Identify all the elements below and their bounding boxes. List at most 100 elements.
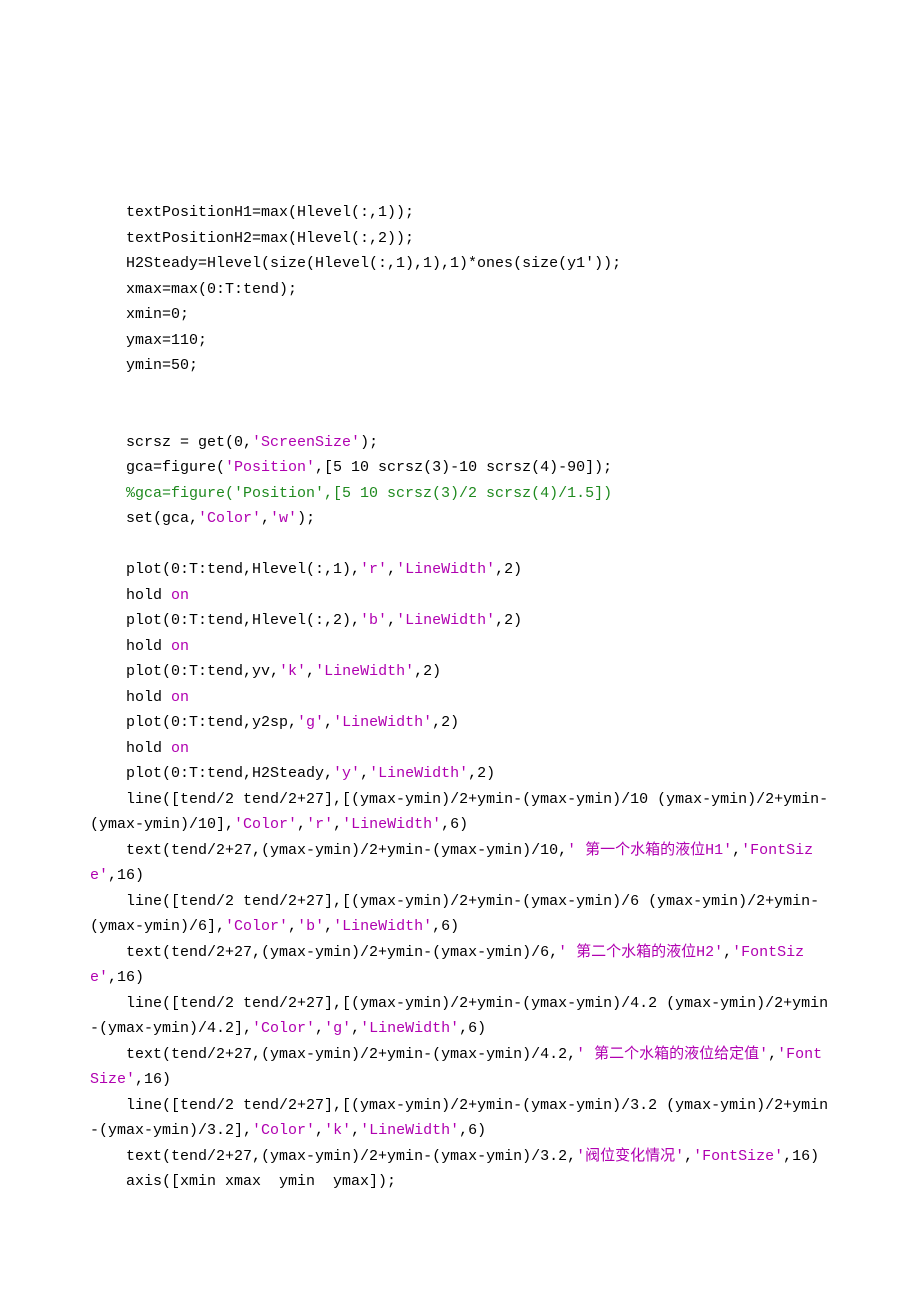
code-token: 'g' <box>297 714 324 731</box>
code-token: on <box>171 689 189 706</box>
code-token: hold <box>126 587 171 604</box>
code-line: line([tend/2 tend/2+27],[(ymax-ymin)/2+y… <box>90 889 830 940</box>
code-token: hold <box>126 689 171 706</box>
code-token: ' 第二个水箱的液位给定值' <box>576 1046 768 1063</box>
code-token: plot(0:T:tend,H2Steady, <box>126 765 333 782</box>
code-token: plot(0:T:tend,Hlevel(:,1), <box>126 561 360 578</box>
code-token: ,[5 10 scrsz(3)-10 scrsz(4)-90]); <box>315 459 612 476</box>
code-token: ,2) <box>495 561 522 578</box>
code-token: on <box>171 638 189 655</box>
code-token: ,6) <box>459 1020 486 1037</box>
code-token: 'ScreenSize' <box>252 434 360 451</box>
code-token: ,16) <box>108 969 144 986</box>
code-token: 'g' <box>324 1020 351 1037</box>
code-line: plot(0:T:tend,yv,'k','LineWidth',2) <box>90 659 830 685</box>
code-token: , <box>684 1148 693 1165</box>
code-line: hold on <box>90 634 830 660</box>
code-token: gca=figure( <box>126 459 225 476</box>
code-block: textPositionH1=max(Hlevel(:,1));textPosi… <box>90 200 830 1195</box>
code-token: , <box>324 714 333 731</box>
code-token: ); <box>297 510 315 527</box>
code-token: ymax=110; <box>126 332 207 349</box>
code-line: line([tend/2 tend/2+27],[(ymax-ymin)/2+y… <box>90 787 830 838</box>
code-line: textPositionH1=max(Hlevel(:,1)); <box>90 200 830 226</box>
code-token: ); <box>360 434 378 451</box>
code-token: , <box>333 816 342 833</box>
code-token: , <box>351 1122 360 1139</box>
code-token: on <box>171 740 189 757</box>
code-line: set(gca,'Color','w'); <box>90 506 830 532</box>
code-token: ' 第二个水箱的液位H2' <box>558 944 723 961</box>
code-token: 'LineWidth' <box>396 612 495 629</box>
code-token: 'Color' <box>234 816 297 833</box>
code-token: 'w' <box>270 510 297 527</box>
code-token: 'y' <box>333 765 360 782</box>
code-token: 'LineWidth' <box>360 1020 459 1037</box>
code-line: text(tend/2+27,(ymax-ymin)/2+ymin-(ymax-… <box>90 838 830 889</box>
code-token: , <box>315 1020 324 1037</box>
code-token: 'Color' <box>252 1122 315 1139</box>
code-line: scrsz = get(0,'ScreenSize'); <box>90 430 830 456</box>
code-token: , <box>351 1020 360 1037</box>
code-token: 'FontSize' <box>693 1148 783 1165</box>
code-line: %gca=figure('Position',[5 10 scrsz(3)/2 … <box>90 481 830 507</box>
code-line: hold on <box>90 685 830 711</box>
code-token: ymin=50; <box>126 357 198 374</box>
code-line: plot(0:T:tend,y2sp,'g','LineWidth',2) <box>90 710 830 736</box>
code-token: 'LineWidth' <box>342 816 441 833</box>
code-line: line([tend/2 tend/2+27],[(ymax-ymin)/2+y… <box>90 991 830 1042</box>
code-token: plot(0:T:tend,y2sp, <box>126 714 297 731</box>
code-token: hold <box>126 638 171 655</box>
code-token: 'LineWidth' <box>369 765 468 782</box>
code-token: ,2) <box>495 612 522 629</box>
code-token: , <box>387 612 396 629</box>
code-token: ,16) <box>108 867 144 884</box>
code-token: text(tend/2+27,(ymax-ymin)/2+ymin-(ymax-… <box>90 842 567 859</box>
code-token: xmin=0; <box>126 306 189 323</box>
code-token: hold <box>126 740 171 757</box>
code-line: plot(0:T:tend,Hlevel(:,2),'b','LineWidth… <box>90 608 830 634</box>
code-line: ymax=110; <box>90 328 830 354</box>
code-token: 'LineWidth' <box>360 1122 459 1139</box>
code-token: set(gca, <box>126 510 198 527</box>
code-token: ,2) <box>414 663 441 680</box>
code-line <box>90 532 830 558</box>
code-token: axis([xmin xmax ymin ymax]); <box>126 1173 396 1190</box>
code-token: 'k' <box>324 1122 351 1139</box>
code-token: ' 第一个水箱的液位H1' <box>567 842 732 859</box>
code-token: , <box>360 765 369 782</box>
code-line: H2Steady=Hlevel(size(Hlevel(:,1),1),1)*o… <box>90 251 830 277</box>
document-page: textPositionH1=max(Hlevel(:,1));textPosi… <box>0 0 920 1302</box>
code-token: 'b' <box>360 612 387 629</box>
code-token: 'Color' <box>252 1020 315 1037</box>
code-token: , <box>723 944 732 961</box>
code-token: xmax=max(0:T:tend); <box>126 281 297 298</box>
code-token: 'r' <box>306 816 333 833</box>
code-line: text(tend/2+27,(ymax-ymin)/2+ymin-(ymax-… <box>90 1042 830 1093</box>
code-line: ymin=50; <box>90 353 830 379</box>
code-token: , <box>261 510 270 527</box>
code-line: hold on <box>90 736 830 762</box>
code-token: 'LineWidth' <box>396 561 495 578</box>
code-line: xmin=0; <box>90 302 830 328</box>
code-token: plot(0:T:tend,Hlevel(:,2), <box>126 612 360 629</box>
code-token: 'k' <box>279 663 306 680</box>
code-token: textPositionH1=max(Hlevel(:,1)); <box>126 204 414 221</box>
code-token: ,2) <box>468 765 495 782</box>
code-token: , <box>315 1122 324 1139</box>
code-token: on <box>171 587 189 604</box>
code-token: ,2) <box>432 714 459 731</box>
code-token: '阀位变化情况' <box>576 1148 684 1165</box>
code-token: ,16) <box>135 1071 171 1088</box>
code-token: text(tend/2+27,(ymax-ymin)/2+ymin-(ymax-… <box>90 944 558 961</box>
code-token: 'Color' <box>225 918 288 935</box>
code-token: scrsz = get(0, <box>126 434 252 451</box>
code-token: 'r' <box>360 561 387 578</box>
code-token: 'Color' <box>198 510 261 527</box>
code-token: 'LineWidth' <box>315 663 414 680</box>
code-token: , <box>387 561 396 578</box>
code-line: plot(0:T:tend,Hlevel(:,1),'r','LineWidth… <box>90 557 830 583</box>
code-line <box>90 379 830 405</box>
code-token: 'b' <box>297 918 324 935</box>
code-line: xmax=max(0:T:tend); <box>90 277 830 303</box>
